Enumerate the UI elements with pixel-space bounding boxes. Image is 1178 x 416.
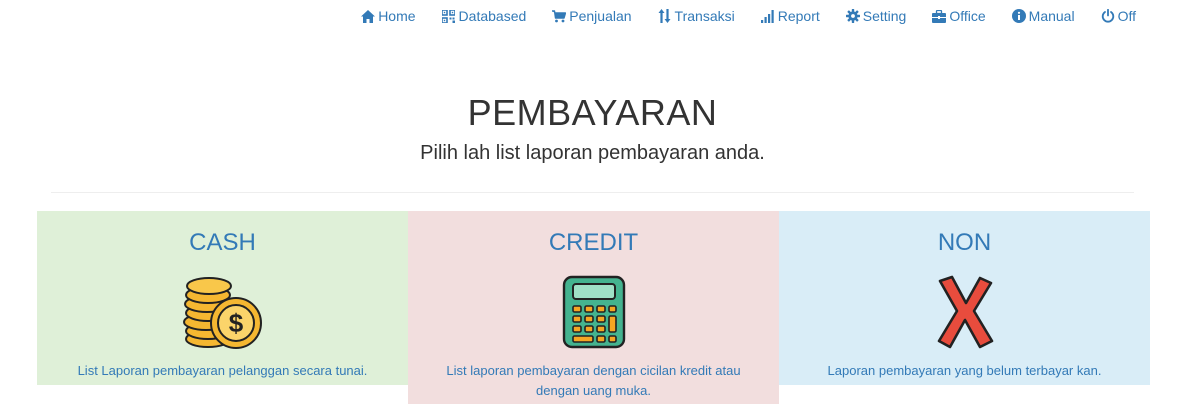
page-header: PEMBAYARAN Pilih lah list laporan pembay… <box>0 92 1178 165</box>
nav-report-label: Report <box>777 8 820 24</box>
info-circle-icon <box>1011 9 1026 23</box>
payment-options: CASH $ List Laporan pembayaran pelanggan… <box>37 211 1150 404</box>
card-cash[interactable]: CASH $ List Laporan pembayaran pelanggan… <box>37 211 408 385</box>
coins-icon: $ <box>182 277 262 349</box>
card-credit-description: List laporan pembayaran dengan cicilan k… <box>446 363 741 398</box>
calculator-icon <box>562 275 625 349</box>
nav-office-label: Office <box>949 8 986 24</box>
card-non[interactable]: NON Laporan pembayaran yang belum terbay… <box>779 211 1150 385</box>
nav-off-label: Off <box>1117 8 1136 24</box>
nav-penjualan[interactable]: Penjualan <box>539 0 644 32</box>
page-subtitle: Pilih lah list laporan pembayaran anda. <box>420 142 765 164</box>
card-credit[interactable]: CREDIT List laporan pembayaran dengan ci… <box>408 211 779 404</box>
card-cash-title[interactable]: CASH <box>37 229 408 257</box>
nav-report[interactable]: Report <box>748 0 833 32</box>
card-non-title[interactable]: NON <box>779 229 1150 257</box>
nav-penjualan-label: Penjualan <box>569 8 632 24</box>
nav-manual[interactable]: Manual <box>999 0 1088 32</box>
briefcase-icon <box>932 9 947 23</box>
nav-transaksi[interactable]: Transaksi <box>645 0 748 32</box>
card-cash-description: List Laporan pembayaran pelanggan secara… <box>77 363 368 378</box>
signal-bars-icon <box>761 9 775 23</box>
nav-manual-label: Manual <box>1028 8 1075 24</box>
cross-x-icon <box>937 275 993 349</box>
card-credit-title[interactable]: CREDIT <box>408 229 779 257</box>
nav-setting-label: Setting <box>862 8 907 24</box>
header-divider <box>51 192 1134 193</box>
nav-office[interactable]: Office <box>919 0 998 32</box>
nav-home-label: Home <box>378 8 416 24</box>
card-non-description: Laporan pembayaran yang belum terbayar k… <box>827 363 1102 378</box>
nav-transaksi-label: Transaksi <box>674 8 735 24</box>
power-icon <box>1101 9 1115 23</box>
cog-icon <box>845 9 860 23</box>
sort-arrows-icon <box>658 9 672 23</box>
nav-off[interactable]: Off <box>1088 0 1142 32</box>
home-icon <box>361 9 376 23</box>
nav-databased-label: Databased <box>458 8 527 24</box>
shopping-cart-icon <box>552 9 567 23</box>
top-navigation: Home Databased Penjualan Transaksi Repor… <box>348 0 1142 32</box>
nav-databased[interactable]: Databased <box>429 0 540 32</box>
nav-setting[interactable]: Setting <box>833 0 920 32</box>
page-title: PEMBAYARAN <box>467 92 718 133</box>
svg-text:$: $ <box>228 308 243 338</box>
qrcode-icon <box>442 9 456 23</box>
nav-home[interactable]: Home <box>348 0 428 32</box>
